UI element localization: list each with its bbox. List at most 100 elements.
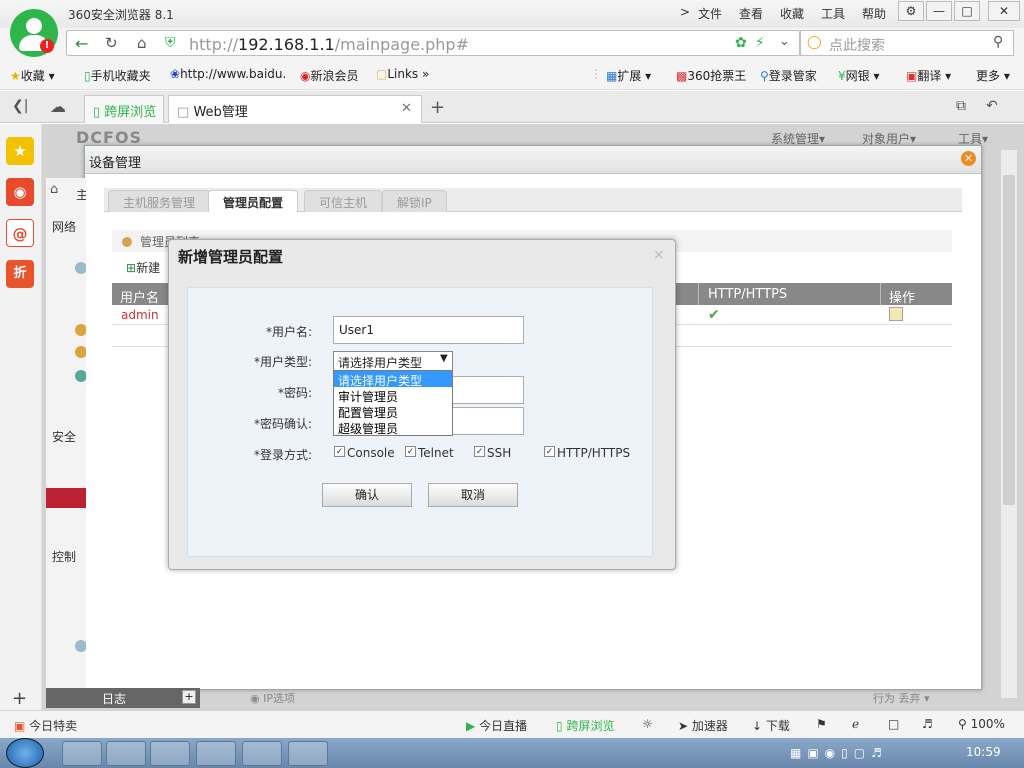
- bookmark-more[interactable]: 更多 ▾: [976, 67, 1010, 84]
- tab-trusted-host[interactable]: 可信主机: [304, 190, 383, 212]
- sidebar-toggle-icon[interactable]: ❮|: [12, 98, 28, 114]
- close-icon[interactable]: ✕: [401, 101, 412, 116]
- cell-username[interactable]: admin: [121, 308, 159, 322]
- bookmark-favorites[interactable]: ★收藏 ▾: [10, 67, 55, 84]
- flag-icon[interactable]: ⚑: [816, 717, 827, 731]
- address-bar[interactable]: ← ↻ ⌂ ⛨ http://192.168.1.1/mainpage.php#…: [66, 30, 800, 56]
- weibo-icon[interactable]: ◉: [6, 178, 34, 206]
- tab-admin-config[interactable]: 管理员配置: [208, 190, 299, 212]
- tab-host-service[interactable]: 主机服务管理: [108, 190, 211, 212]
- window-icon[interactable]: □: [888, 717, 899, 731]
- refresh-icon[interactable]: ↻: [105, 34, 118, 52]
- expand-icon[interactable]: +: [182, 690, 196, 704]
- compat-mode-icon[interactable]: ✿: [735, 35, 747, 51]
- cancel-button[interactable]: 取消: [428, 483, 518, 507]
- back-icon[interactable]: ←: [75, 34, 88, 53]
- speed-mode-icon[interactable]: ⚡: [755, 35, 765, 51]
- status-icon[interactable]: ☼: [642, 717, 653, 731]
- skin-button[interactable]: ⚙: [898, 1, 924, 21]
- cloud-icon[interactable]: ☁: [50, 97, 66, 116]
- close-window-button[interactable]: ✕: [988, 1, 1020, 21]
- discount-icon[interactable]: 折: [6, 260, 34, 288]
- bookmark-sina[interactable]: ◉新浪会员: [300, 67, 359, 84]
- menu-view[interactable]: 查看: [739, 5, 763, 22]
- favorites-star-icon[interactable]: ★: [6, 137, 34, 165]
- bookmark-baidu[interactable]: ❀http://www.baidu.: [170, 67, 286, 81]
- avatar-head-icon: [26, 18, 42, 34]
- nav-section-network[interactable]: 网络: [52, 218, 76, 235]
- bookmark-links[interactable]: ▢Links »: [376, 67, 429, 81]
- option-super-admin[interactable]: 超级管理员: [334, 419, 452, 436]
- new-admin-button[interactable]: ⊞新建: [126, 259, 160, 276]
- menu-arrow-icon[interactable]: >: [680, 5, 690, 19]
- home-icon[interactable]: ⌂: [137, 34, 147, 52]
- bookmark-tickets[interactable]: ▩360抢票王: [676, 67, 746, 84]
- taskbar-cmd-icon[interactable]: [196, 741, 236, 766]
- mail-icon[interactable]: @: [6, 219, 34, 247]
- action-select[interactable]: 行为 丢弃 ▾: [873, 690, 930, 706]
- restore-tabs-icon[interactable]: ⧉: [956, 98, 966, 114]
- new-tab-button[interactable]: +: [430, 97, 445, 118]
- status-cross-screen[interactable]: ▯ 跨屏浏览: [556, 717, 614, 734]
- checkbox-console[interactable]: ✓: [334, 446, 345, 457]
- url-text[interactable]: http://192.168.1.1/mainpage.php#: [189, 35, 469, 54]
- tab-web-admin[interactable]: □ Web管理 ✕: [168, 95, 422, 123]
- ie-icon[interactable]: ℯ: [852, 717, 859, 731]
- checkbox-http[interactable]: ✓: [544, 446, 555, 457]
- scrollbar-thumb[interactable]: [1003, 175, 1015, 505]
- taskbar-explorer-icon[interactable]: [62, 741, 102, 766]
- status-download[interactable]: ↓ 下载: [752, 717, 790, 734]
- taskbar-word-icon[interactable]: [106, 741, 146, 766]
- bookmark-extensions[interactable]: ▦扩展 ▾: [606, 67, 651, 84]
- option-audit-admin[interactable]: 审计管理员: [334, 387, 452, 404]
- status-today-deals[interactable]: ▣ 今日特卖: [14, 717, 77, 734]
- tab-unlock-ip[interactable]: 解锁IP: [382, 190, 447, 212]
- chevron-down-icon[interactable]: ⌄: [779, 34, 790, 49]
- search-engine-icon[interactable]: ◯: [807, 35, 822, 50]
- start-button[interactable]: [6, 738, 44, 768]
- bookmark-mobile[interactable]: ▯手机收藏夹: [84, 67, 151, 84]
- close-icon[interactable]: ×: [653, 247, 665, 263]
- taskbar-app-icon[interactable]: [288, 741, 328, 766]
- bookmark-login-manager[interactable]: ⚲登录管家: [760, 67, 817, 84]
- maximize-button[interactable]: □: [954, 1, 980, 21]
- nav-section-security[interactable]: 安全: [52, 428, 76, 445]
- sound-icon[interactable]: ♬: [922, 717, 933, 731]
- tray-icons[interactable]: ▦▣◉▯▢♬: [790, 746, 888, 760]
- browser-logo-icon[interactable]: !: [10, 9, 58, 57]
- status-live[interactable]: ▶ 今日直播: [466, 717, 527, 734]
- menu-help[interactable]: 帮助: [862, 5, 886, 22]
- home-icon[interactable]: ⌂: [50, 182, 58, 197]
- taskbar-excel-icon[interactable]: [150, 741, 190, 766]
- confirm-button[interactable]: 确认: [322, 483, 412, 507]
- search-icon: ⚲: [760, 69, 769, 83]
- bookmark-translate[interactable]: ▣翻译 ▾: [906, 67, 951, 84]
- minimize-button[interactable]: —: [926, 1, 952, 21]
- edit-icon[interactable]: [889, 307, 903, 321]
- column-divider: [880, 283, 881, 305]
- zoom-level[interactable]: ⚲ 100%: [958, 717, 1005, 731]
- ticket-icon: ▩: [676, 69, 688, 83]
- usertype-select[interactable]: 请选择用户类型 ▼: [333, 351, 453, 371]
- option-config-admin[interactable]: 配置管理员: [334, 403, 452, 420]
- menu-favorites[interactable]: 收藏: [780, 5, 804, 22]
- search-box[interactable]: ◯ 点此搜索 ⚲: [800, 30, 1014, 56]
- username-input[interactable]: User1: [333, 316, 524, 344]
- checkbox-ssh[interactable]: ✓: [474, 446, 485, 457]
- ip-option[interactable]: ◉ IP选项: [250, 690, 295, 706]
- search-icon[interactable]: ⚲: [993, 34, 1003, 50]
- nav-section-control[interactable]: 控制: [52, 548, 76, 565]
- checkbox-telnet[interactable]: ✓: [405, 446, 416, 457]
- add-sidebar-icon[interactable]: +: [12, 688, 27, 709]
- search-input[interactable]: 点此搜索: [829, 35, 885, 55]
- taskbar-browser-icon[interactable]: [242, 741, 282, 766]
- option-placeholder[interactable]: 请选择用户类型: [334, 371, 452, 388]
- close-icon[interactable]: ✕: [961, 151, 976, 166]
- status-accelerator[interactable]: ➤ 加速器: [678, 717, 728, 734]
- undo-icon[interactable]: ↶: [986, 98, 998, 114]
- menu-tools[interactable]: 工具: [821, 5, 845, 22]
- nav-log[interactable]: 日志: [46, 688, 200, 708]
- tab-cross-screen[interactable]: ▯ 跨屏浏览: [84, 95, 164, 123]
- bookmark-bank[interactable]: ¥网银 ▾: [838, 67, 880, 84]
- menu-file[interactable]: 文件: [698, 5, 722, 22]
